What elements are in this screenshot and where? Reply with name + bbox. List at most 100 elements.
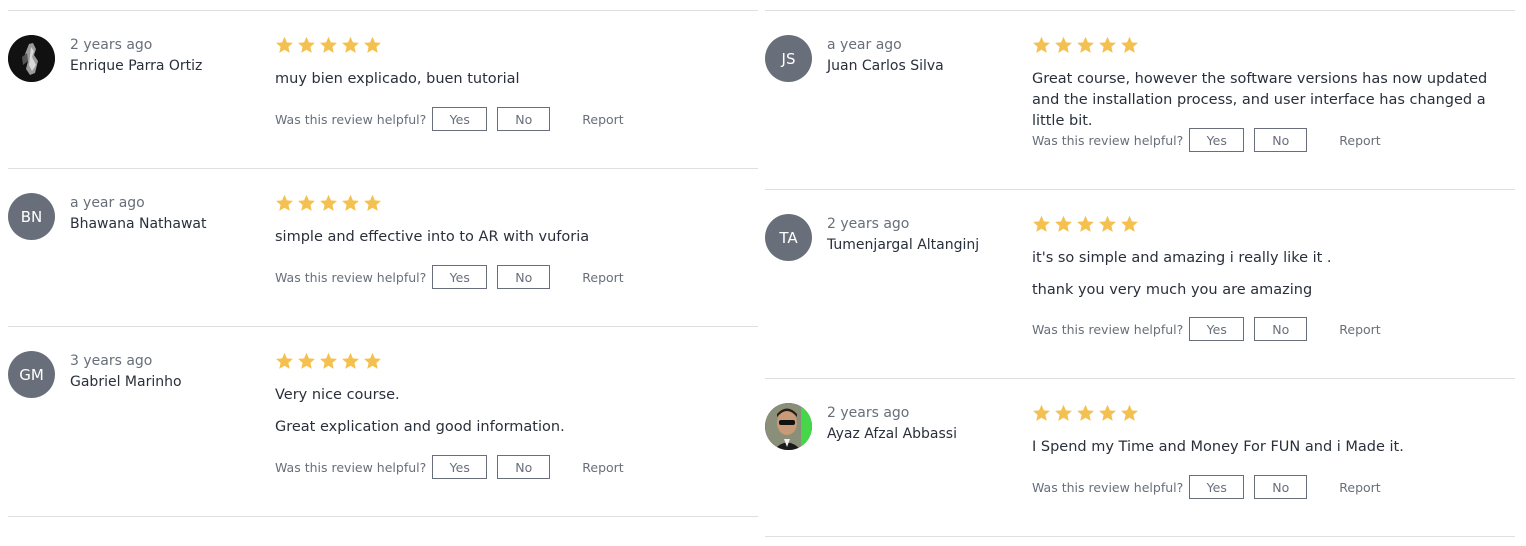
star-icon (1033, 404, 1050, 421)
helpful-question: Was this review helpful? (275, 269, 427, 285)
star-icon (298, 352, 315, 369)
reviewer-name: Bhawana Nathawat (70, 216, 207, 232)
avatar: GM (8, 351, 55, 398)
star-icon (1055, 36, 1072, 53)
report-link[interactable]: Report (1339, 480, 1380, 495)
helpful-row: Was this review helpful? Yes No Report (275, 107, 624, 131)
avatar: BN (8, 193, 55, 240)
helpful-question: Was this review helpful? (1032, 479, 1184, 495)
divider (8, 516, 758, 517)
review-time: 2 years ago (70, 37, 153, 53)
star-icon (1033, 215, 1050, 232)
review-time: a year ago (827, 37, 902, 53)
star-icon (320, 36, 337, 53)
divider (8, 326, 758, 327)
star-rating (275, 194, 382, 212)
review-line: muy bien explicado, buen tutorial (275, 71, 520, 87)
helpful-question: Was this review helpful? (1032, 132, 1184, 148)
review-text: simple and effective into to AR with vuf… (275, 227, 750, 259)
divider (765, 10, 1515, 11)
review-text: it's so simple and amazing i really like… (1032, 248, 1507, 312)
review-line: Very nice course. (275, 387, 400, 403)
star-rating (1032, 404, 1139, 422)
yes-button[interactable]: Yes (432, 455, 488, 479)
yes-button[interactable]: Yes (1189, 475, 1245, 499)
divider (8, 168, 758, 169)
star-icon (1077, 404, 1094, 421)
star-icon (276, 194, 293, 211)
reviewer-name: Enrique Parra Ortiz (70, 58, 203, 74)
report-link[interactable]: Report (1339, 322, 1380, 337)
star-icon (298, 194, 315, 211)
review-text: muy bien explicado, buen tutorial (275, 69, 750, 101)
star-icon (1077, 36, 1094, 53)
no-button[interactable]: No (497, 265, 551, 289)
helpful-row: Was this review helpful? Yes No Report (1032, 475, 1381, 499)
helpful-question: Was this review helpful? (1032, 321, 1184, 337)
star-icon (1099, 215, 1116, 232)
review-line: Great explication and good information. (275, 419, 565, 435)
no-button[interactable]: No (1254, 317, 1308, 341)
star-icon (364, 36, 381, 53)
report-link[interactable]: Report (582, 270, 623, 285)
star-rating (275, 352, 382, 370)
star-rating (1032, 36, 1139, 54)
helpful-question: Was this review helpful? (275, 111, 427, 127)
star-icon (320, 194, 337, 211)
review-time: a year ago (70, 195, 145, 211)
yes-button[interactable]: Yes (1189, 128, 1245, 152)
star-icon (298, 36, 315, 53)
star-icon (342, 352, 359, 369)
yes-button[interactable]: Yes (432, 107, 488, 131)
review-text: Very nice course. Great explication and … (275, 385, 750, 449)
reviewer-name: Ayaz Afzal Abbassi (827, 426, 957, 442)
reviewer-name: Juan Carlos Silva (827, 58, 944, 74)
divider (765, 378, 1515, 379)
avatar (765, 403, 812, 450)
avatar: JS (765, 35, 812, 82)
star-icon (342, 194, 359, 211)
no-button[interactable]: No (1254, 128, 1308, 152)
user-photo-icon (765, 403, 812, 450)
yes-button[interactable]: Yes (1189, 317, 1245, 341)
divider (765, 536, 1515, 537)
report-link[interactable]: Report (582, 112, 623, 127)
star-icon (276, 36, 293, 53)
no-button[interactable]: No (497, 455, 551, 479)
helpful-row: Was this review helpful? Yes No Report (1032, 128, 1381, 152)
review-line: thank you very much you are amazing (1032, 282, 1313, 298)
star-icon (276, 352, 293, 369)
star-icon (1121, 215, 1138, 232)
star-icon (1055, 404, 1072, 421)
star-rating (275, 36, 382, 54)
star-icon (1121, 404, 1138, 421)
avatar (8, 35, 55, 82)
review-line: I Spend my Time and Money For FUN and i … (1032, 439, 1404, 455)
star-icon (364, 352, 381, 369)
review-line: it's so simple and amazing i really like… (1032, 250, 1332, 266)
report-link[interactable]: Report (582, 460, 623, 475)
star-icon (342, 36, 359, 53)
star-rating (1032, 215, 1139, 233)
review-line: simple and effective into to AR with vuf… (275, 229, 590, 245)
star-icon (1033, 36, 1050, 53)
avatar: TA (765, 214, 812, 261)
star-icon (1077, 215, 1094, 232)
star-icon (364, 194, 381, 211)
no-button[interactable]: No (497, 107, 551, 131)
divider (8, 10, 758, 11)
no-button[interactable]: No (1254, 475, 1308, 499)
yes-button[interactable]: Yes (432, 265, 488, 289)
helpful-row: Was this review helpful? Yes No Report (1032, 317, 1381, 341)
helpful-question: Was this review helpful? (275, 459, 427, 475)
star-icon (320, 352, 337, 369)
star-icon (1121, 36, 1138, 53)
star-icon (1099, 404, 1116, 421)
review-time: 3 years ago (70, 353, 153, 369)
divider (765, 189, 1515, 190)
helpful-row: Was this review helpful? Yes No Report (275, 455, 624, 479)
review-line: Great course, however the software versi… (1032, 71, 1488, 129)
report-link[interactable]: Report (1339, 133, 1380, 148)
reviewer-name: Tumenjargal Altanginj (827, 237, 980, 253)
helpful-row: Was this review helpful? Yes No Report (275, 265, 624, 289)
